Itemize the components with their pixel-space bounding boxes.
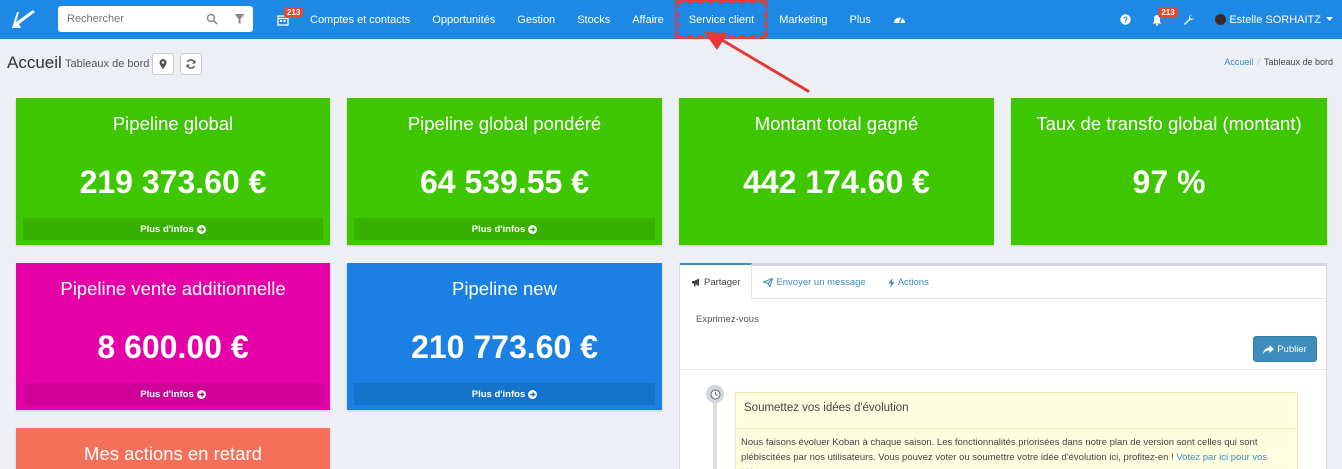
kpi-pipeline-pondere: Pipeline global pondéré 64 539.55 € Plus…	[347, 98, 662, 245]
calendar-button[interactable]: 213	[267, 0, 304, 39]
pin-button[interactable]	[152, 53, 174, 75]
page-title: Accueil	[7, 53, 62, 72]
menu-service-client[interactable]: Service client	[675, 0, 768, 39]
kpi-pipeline-global: Pipeline global 219 373.60 € Plus d'info…	[16, 98, 330, 245]
kpi-value: 219 373.60 €	[79, 164, 267, 200]
kpi-vente-additionnelle: Pipeline vente additionnelle 8 600.00 € …	[16, 263, 330, 410]
refresh-icon	[186, 59, 196, 69]
kpi-title: Montant total gagné	[754, 113, 919, 134]
kpi-montant-gagne: Montant total gagné 442 174.60 €	[679, 98, 994, 245]
idea-body: Nous faisons évoluer Koban à chaque sais…	[741, 435, 1292, 469]
wrench-icon	[1184, 14, 1195, 25]
kpi-value: 210 773.60 €	[411, 329, 598, 365]
menu-comptes-contacts[interactable]: Comptes et contacts	[299, 0, 421, 39]
help-button[interactable]: ?	[1110, 0, 1141, 39]
kpi-taux-transfo: Taux de transfo global (montant) 97 %	[1011, 98, 1327, 245]
page-subtitle: Tableaux de bord	[65, 58, 150, 70]
arrow-circle-right-icon	[528, 224, 538, 234]
tab-envoyer-message[interactable]: Envoyer un message	[752, 266, 876, 299]
share-icon	[1263, 344, 1275, 354]
menu-stocks[interactable]: Stocks	[566, 0, 621, 39]
tab-label: Partager	[704, 276, 741, 288]
content-header: Accueil Tableaux de bord Accueil / Tableau…	[0, 39, 1342, 87]
search-input[interactable]	[67, 13, 202, 25]
user-menu[interactable]: Estelle SORHAITZ	[1205, 0, 1342, 39]
refresh-button[interactable]	[180, 53, 202, 75]
activity-panel: Partager Envoyer un message Actions Expr…	[679, 263, 1327, 469]
svg-text:?: ?	[1123, 16, 1128, 25]
bolt-icon	[888, 277, 895, 288]
kpi-value: 8 600.00 €	[97, 329, 249, 365]
bullhorn-icon	[692, 278, 699, 286]
kpi-title: Taux de transfo global (montant)	[1036, 113, 1302, 134]
kpi-title: Pipeline vente additionnelle	[60, 278, 286, 299]
more-label: Plus d'infos	[471, 388, 526, 400]
publish-button[interactable]: Publier	[1253, 336, 1317, 362]
user-name: Estelle SORHAITZ	[1229, 13, 1321, 26]
logo-icon	[12, 9, 35, 28]
paper-plane-icon	[763, 278, 774, 287]
caret-down-icon	[1326, 17, 1333, 21]
kpi-title: Pipeline new	[452, 278, 557, 299]
menu-marketing[interactable]: Marketing	[768, 0, 838, 39]
more-label: Plus d'infos	[140, 388, 194, 400]
help-icon: ?	[1120, 14, 1132, 25]
menu-gestion[interactable]: Gestion	[506, 0, 566, 39]
search-box	[58, 6, 253, 32]
map-marker-icon	[159, 59, 167, 69]
dashboard-button[interactable]	[882, 0, 917, 39]
avatar	[1215, 14, 1227, 25]
main-menu: 213 Comptes et contacts Opportunités Ges…	[267, 0, 917, 39]
kpi-more-link[interactable]: Plus d'infos	[354, 383, 655, 405]
divider	[680, 369, 1326, 370]
idea-divider	[736, 428, 1297, 429]
tab-partager[interactable]: Partager	[680, 263, 753, 299]
idea-title: Soumettez vos idées d'évolution	[744, 402, 909, 414]
kpi-more-link[interactable]: Plus d'infos	[354, 218, 655, 240]
arrow-circle-right-icon	[196, 389, 206, 399]
kpi-title: Mes actions en retard	[84, 443, 262, 464]
tab-label: Actions	[897, 277, 929, 288]
settings-button[interactable]	[1173, 0, 1205, 39]
tab-label: Envoyer un message	[776, 277, 866, 288]
tab-actions[interactable]: Actions	[877, 266, 940, 299]
kpi-title: Pipeline global pondéré	[407, 113, 602, 134]
menu-affaire[interactable]: Affaire	[621, 0, 675, 39]
filter-icon[interactable]	[234, 12, 245, 30]
koban-logo[interactable]	[0, 0, 48, 39]
breadcrumb: Accueil / Tableaux de bord	[1224, 57, 1333, 67]
kpi-more-link[interactable]: Plus d'infos	[23, 218, 323, 240]
kpi-pipeline-new: Pipeline new 210 773.60 € Plus d'infos	[347, 263, 662, 410]
navbar-right: ? 213 Estelle SORHAITZ	[1110, 0, 1342, 39]
kpi-value: 442 174.60 €	[743, 164, 930, 200]
notifications-button[interactable]: 213	[1141, 0, 1178, 39]
kpi-value: 97 %	[1132, 164, 1206, 200]
breadcrumb-home[interactable]: Accueil	[1224, 57, 1253, 67]
arrow-circle-right-icon	[196, 224, 206, 234]
breadcrumb-current: Tableaux de bord	[1263, 57, 1333, 67]
arrow-circle-right-icon	[528, 389, 538, 399]
search-icon[interactable]	[206, 12, 218, 30]
idea-card: Soumettez vos idées d'évolution Nous fai…	[735, 392, 1298, 469]
menu-plus[interactable]: Plus	[839, 0, 882, 39]
kpi-actions-retard: Mes actions en retard	[16, 428, 330, 469]
top-navbar: 213 Comptes et contacts Opportunités Ges…	[0, 0, 1342, 39]
clock-icon	[706, 385, 724, 403]
panel-tabs: Partager Envoyer un message Actions	[680, 263, 1326, 299]
dashboard-icon	[893, 17, 905, 23]
menu-opportunites[interactable]: Opportunités	[421, 0, 506, 39]
publish-label: Publier	[1277, 343, 1307, 355]
kpi-value: 64 539.55 €	[419, 164, 590, 200]
kpi-title: Pipeline global	[112, 113, 234, 134]
more-label: Plus d'infos	[140, 223, 194, 235]
share-input[interactable]: Exprimez-vous	[696, 314, 759, 325]
kpi-more-link[interactable]: Plus d'infos	[23, 383, 323, 405]
more-label: Plus d'infos	[471, 223, 526, 235]
